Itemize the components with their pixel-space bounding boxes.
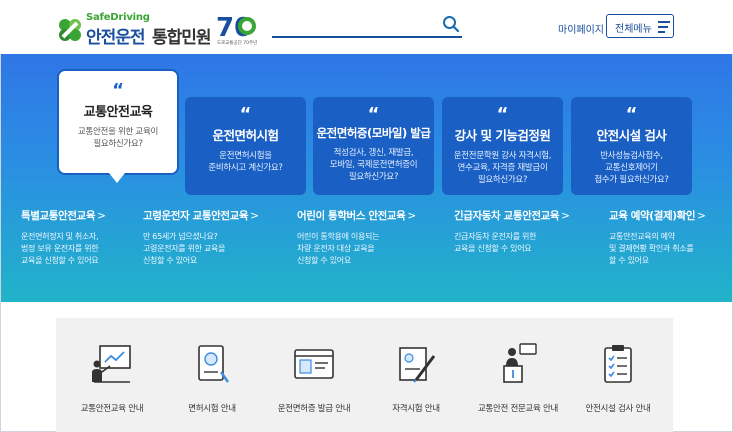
site-logo[interactable]: SafeDriving 안전운전 통합민원 70 도로교통공단 70주년 (56, 10, 266, 48)
card-desc: 운전전문학원 강사 자격시험, 연수교육, 자격증 재발급이 필요하신가요? (453, 151, 552, 185)
card-traffic-safety-education[interactable]: “ 교통안전교육 교통안전을 위한 교육이 필요하신가요? (57, 69, 179, 183)
lecture-board-icon (92, 345, 131, 383)
chevron-right-icon: > (697, 210, 706, 222)
quote-icon: “ (239, 104, 252, 125)
link-title: 긴급자동차 교통안전교육 > (454, 210, 570, 222)
logo-title-2: 통합민원 (152, 28, 212, 48)
link-title: 특별교통안전교육 > (21, 210, 106, 222)
link-elderly-driver-education[interactable]: 고령운전자 교통안전교육 > 만 65세가 넘으셨나요? 고령운전자를 위한 교육… (143, 208, 283, 267)
service-label: 교통안전 전문교육 안내 (477, 404, 558, 414)
link-emergency-vehicle-education[interactable]: 긴급자동차 교통안전교육 > 긴급자동차 운전자를 위한 교육을 신청할 수 있어… (454, 208, 594, 255)
service-label: 교통안전교육 안내 (80, 404, 144, 414)
quote-icon: “ (496, 104, 509, 125)
link-desc: 어린이 통학용에 이용되는 차량 운전자 대상 교육을 신청할 수 있어요 (297, 232, 380, 265)
quote-icon: “ (112, 80, 124, 101)
link-desc: 만 65세가 넘으셨나요? 고령운전자를 위한 교육을 신청할 수 있어요 (143, 232, 226, 265)
link-desc: 운전면허정지 및 취소자, 법정 보유 운전자를 위한 교육을 신청할 수 있어… (21, 232, 99, 265)
service-facility-inspection-guide[interactable]: 안전시설 검사 안내 (568, 318, 668, 432)
link-school-bus-education[interactable]: 어린이 통학버스 안전교육 > 어린이 통학용에 이용되는 차량 운전자 대상 교… (297, 208, 437, 267)
service-professional-education-guide[interactable]: 교통안전 전문교육 안내 (468, 318, 568, 432)
speaker-podium-icon (503, 343, 537, 383)
quote-icon: “ (625, 104, 638, 125)
hero-banner: “ 교통안전교육 교통안전을 위한 교육이 필요하신가요? “ 운전면허시험 운… (1, 54, 732, 302)
logo-subtitle: SafeDriving (86, 12, 150, 23)
chevron-right-icon: > (97, 210, 106, 222)
card-license-issuance[interactable]: “ 운전면허증(모바일) 발급 적성검사, 갱신, 재발급, 모바일, 국제운전… (313, 97, 434, 195)
card-instructor-examiner[interactable]: “ 강사 및 기능검정원 운전전문학원 강사 자격시험, 연수교육, 자격증 재… (442, 97, 563, 195)
card-license-exam[interactable]: “ 운전면허시험 운전면허시험을 준비하시고 계신가요? (185, 97, 306, 195)
chevron-right-icon: > (250, 210, 259, 222)
link-title: 교육 예약(결제)확인 > (609, 210, 706, 222)
card-desc: 적성검사, 갱신, 재발급, 모바일, 국제운전면허증이 필요하신가요? (329, 148, 418, 182)
hamburger-icon (658, 21, 670, 33)
chevron-right-icon: > (407, 210, 416, 222)
card-desc: 운전면허시험을 준비하시고 계신가요? (208, 151, 283, 173)
card-desc: 반사성능검사접수, 교통신호제어기 접수가 필요하신가요? (594, 151, 669, 185)
link-title: 고령운전자 교통안전교육 > (143, 210, 259, 222)
license-book-icon (198, 345, 229, 383)
service-label: 운전면허증 발급 안내 (277, 404, 351, 414)
card-desc: 교통안전을 위한 교육이 필요하신가요? (77, 127, 158, 149)
service-label: 면허시험 안내 (188, 404, 236, 414)
link-title: 어린이 통학버스 안전교육 > (297, 210, 416, 222)
clover-logo-icon (59, 19, 81, 41)
card-title: 안전시설 검사 (596, 128, 667, 143)
card-title: 운전면허시험 (212, 128, 279, 143)
quote-icon: “ (367, 104, 380, 125)
link-desc: 교통안전교육의 예약 및 결제현황 확인과 취소를 할 수 있어요 (609, 232, 694, 265)
checklist-icon (604, 345, 632, 383)
card-title: 교통안전교육 (83, 105, 153, 120)
service-guide-panel: 교통안전교육 안내 면허시험 안내 운전면허증 발급 안내 자격시험 안내 교통… (56, 318, 673, 432)
service-qualification-exam-guide[interactable]: 자격시험 안내 (366, 318, 466, 432)
service-license-exam-guide[interactable]: 면허시험 안내 (162, 318, 262, 432)
service-license-issuance-guide[interactable]: 운전면허증 발급 안내 (264, 318, 364, 432)
anniversary-70-emblem: 70 도로교통공단 70주년 (216, 13, 257, 46)
card-title: 운전면허증(모바일) 발급 (316, 126, 431, 140)
link-special-safety-education[interactable]: 특별교통안전교육 > 운전면허정지 및 취소자, 법정 보유 운전자를 위한 교육… (21, 208, 161, 267)
mypage-link[interactable]: 마이페이지 (558, 21, 604, 36)
logo-title: 안전운전 (86, 28, 146, 48)
chevron-right-icon: > (561, 210, 570, 222)
service-label: 안전시설 검사 안내 (585, 404, 651, 414)
id-card-icon (294, 349, 334, 379)
site-header: SafeDriving 안전운전 통합민원 70 도로교통공단 70주년 마이페… (0, 0, 733, 54)
link-desc: 긴급자동차 운전자를 위한 교육을 신청할 수 있어요 (454, 232, 537, 253)
card-title: 강사 및 기능검정원 (454, 128, 551, 143)
link-reservation-check[interactable]: 교육 예약(결제)확인 > 교통안전교육의 예약 및 결제현황 확인과 취소를 할… (609, 208, 727, 267)
speech-tail (109, 173, 125, 183)
search-bar[interactable] (272, 14, 462, 38)
service-education-guide[interactable]: 교통안전교육 안내 (62, 318, 162, 432)
service-label: 자격시험 안내 (392, 404, 440, 414)
anniversary-caption: 도로교통공단 70주년 (217, 39, 257, 46)
all-menu-label: 전체메뉴 (615, 24, 652, 35)
card-safety-facility-inspection[interactable]: “ 안전시설 검사 반사성능검사접수, 교통신호제어기 접수가 필요하신가요? (571, 97, 692, 195)
all-menu-button[interactable]: 전체메뉴 (606, 14, 674, 38)
certificate-pen-icon (399, 347, 436, 383)
search-icon[interactable] (442, 15, 460, 33)
